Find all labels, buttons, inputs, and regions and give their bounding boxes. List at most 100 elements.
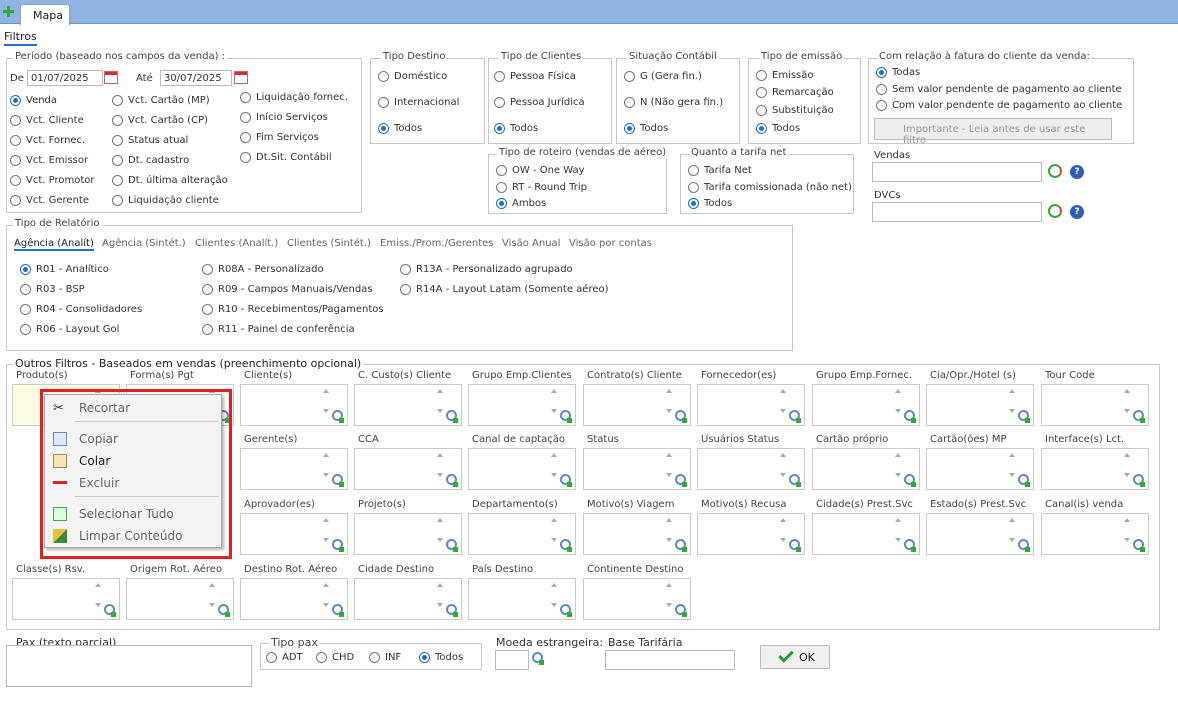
radio-label[interactable]: R03 - BSP (36, 284, 85, 295)
scroll-down-icon[interactable] (895, 409, 901, 413)
subtab-4[interactable]: Emiss./Prom./Gerentes (380, 238, 494, 249)
search-icon[interactable] (560, 474, 573, 487)
radio-label[interactable]: Emissão (772, 70, 814, 81)
radio-label[interactable]: Liquidação fornec. (256, 92, 348, 103)
radio-button[interactable] (10, 115, 21, 126)
radio-label[interactable]: G (Gera fin.) (640, 71, 702, 82)
radio-button[interactable] (10, 155, 21, 166)
search-icon[interactable] (532, 652, 545, 665)
date-from-input[interactable]: 01/07/2025 (27, 70, 103, 86)
scroll-down-icon[interactable] (323, 473, 329, 477)
filter-box[interactable] (240, 513, 348, 555)
scroll-down-icon[interactable] (551, 603, 557, 607)
menu-excluir[interactable]: Excluir (45, 473, 221, 493)
radio-label[interactable]: Todos (704, 198, 732, 209)
subtab-6[interactable]: Visão por contas (569, 238, 652, 249)
scroll-down-icon[interactable] (780, 538, 786, 542)
search-icon[interactable] (1133, 410, 1146, 423)
scroll-up-icon[interactable] (1124, 453, 1130, 457)
radio-label[interactable]: Internacional (394, 97, 459, 108)
scroll-down-icon[interactable] (1009, 409, 1015, 413)
radio-button[interactable] (10, 175, 21, 186)
radio-button[interactable] (240, 92, 251, 103)
radio-button[interactable] (266, 652, 277, 663)
radio-label[interactable]: R14A - Layout Latam (Somente aéreo) (416, 284, 609, 295)
filter-box[interactable] (583, 513, 691, 555)
search-icon[interactable] (675, 474, 688, 487)
search-icon[interactable] (1018, 410, 1031, 423)
radio-label[interactable]: ADT (282, 652, 303, 663)
filter-box[interactable] (812, 513, 920, 555)
radio-label[interactable]: Dt. cadastro (128, 155, 189, 166)
scroll-up-icon[interactable] (666, 389, 672, 393)
filter-box[interactable] (354, 384, 462, 426)
search-icon[interactable] (1133, 539, 1146, 552)
radio-button[interactable] (10, 195, 21, 206)
radio-label[interactable]: Vct. Promotor (26, 175, 95, 186)
vendas-input[interactable] (872, 162, 1042, 182)
radio-button[interactable] (112, 135, 123, 146)
menu-recortar[interactable]: ✂ Recortar (45, 398, 221, 418)
dvcs-input[interactable] (872, 202, 1042, 222)
scroll-up-icon[interactable] (551, 453, 557, 457)
radio-label[interactable]: Vct. Cartão (CP) (128, 115, 208, 126)
filter-box[interactable] (240, 448, 348, 490)
radio-label[interactable]: Todas (892, 67, 920, 78)
search-icon[interactable] (1018, 474, 1031, 487)
radio-label[interactable]: Status atual (128, 135, 188, 146)
scroll-up-icon[interactable] (1009, 389, 1015, 393)
radio-label[interactable]: Com valor pendente de pagamento ao clien… (892, 100, 1122, 111)
scroll-down-icon[interactable] (780, 409, 786, 413)
calendar-icon[interactable] (104, 71, 118, 84)
subtab-1[interactable]: Agência (Sintét.) (102, 238, 186, 249)
filter-box[interactable] (1041, 448, 1149, 490)
radio-label[interactable]: R13A - Personalizado agrupado (416, 264, 573, 275)
filter-box[interactable] (1041, 513, 1149, 555)
radio-button[interactable] (688, 165, 699, 176)
radio-label[interactable]: Vct. Gerente (26, 195, 89, 206)
radio-label[interactable]: Vct. Cliente (26, 115, 84, 126)
search-icon[interactable] (560, 604, 573, 617)
radio-button[interactable] (378, 97, 389, 108)
radio-button[interactable] (624, 97, 635, 108)
radio-button[interactable] (378, 123, 389, 134)
scroll-up-icon[interactable] (895, 389, 901, 393)
base-tarifaria-input[interactable] (605, 650, 735, 670)
radio-button[interactable] (202, 264, 213, 275)
radio-label[interactable]: R06 - Layout Gol (36, 324, 119, 335)
filter-box[interactable] (583, 578, 691, 620)
search-icon[interactable] (904, 539, 917, 552)
refresh-icon[interactable] (1048, 204, 1062, 218)
add-tab-icon[interactable] (2, 5, 15, 18)
radio-label[interactable]: Pessoa Jurídica (510, 97, 585, 108)
scroll-down-icon[interactable] (437, 538, 443, 542)
radio-label[interactable]: Pessoa Física (510, 71, 576, 82)
radio-button[interactable] (10, 95, 21, 106)
radio-button[interactable] (494, 123, 505, 134)
search-icon[interactable] (1133, 474, 1146, 487)
filter-box[interactable] (126, 578, 234, 620)
filter-box[interactable] (12, 578, 120, 620)
scroll-down-icon[interactable] (1009, 538, 1015, 542)
scroll-up-icon[interactable] (1009, 453, 1015, 457)
menu-colar[interactable]: Colar (45, 451, 221, 471)
radio-button[interactable] (756, 123, 767, 134)
radio-button[interactable] (20, 264, 31, 275)
scroll-up-icon[interactable] (209, 583, 215, 587)
date-to-input[interactable]: 30/07/2025 (160, 70, 232, 86)
radio-label[interactable]: Todos (394, 123, 422, 134)
scroll-down-icon[interactable] (95, 603, 101, 607)
radio-button[interactable] (756, 70, 767, 81)
help-icon[interactable]: ? (1070, 205, 1084, 219)
radio-label[interactable]: Liquidação cliente (128, 195, 219, 206)
scroll-up-icon[interactable] (780, 518, 786, 522)
radio-button[interactable] (496, 198, 507, 209)
search-icon[interactable] (332, 474, 345, 487)
radio-label[interactable]: Tarifa Net (704, 165, 752, 176)
radio-button[interactable] (240, 112, 251, 123)
radio-label[interactable]: Todos (772, 123, 800, 134)
scroll-up-icon[interactable] (895, 518, 901, 522)
subtab-3[interactable]: Clientes (Sintét.) (287, 238, 371, 249)
scroll-down-icon[interactable] (895, 473, 901, 477)
radio-label[interactable]: R08A - Personalizado (218, 264, 324, 275)
